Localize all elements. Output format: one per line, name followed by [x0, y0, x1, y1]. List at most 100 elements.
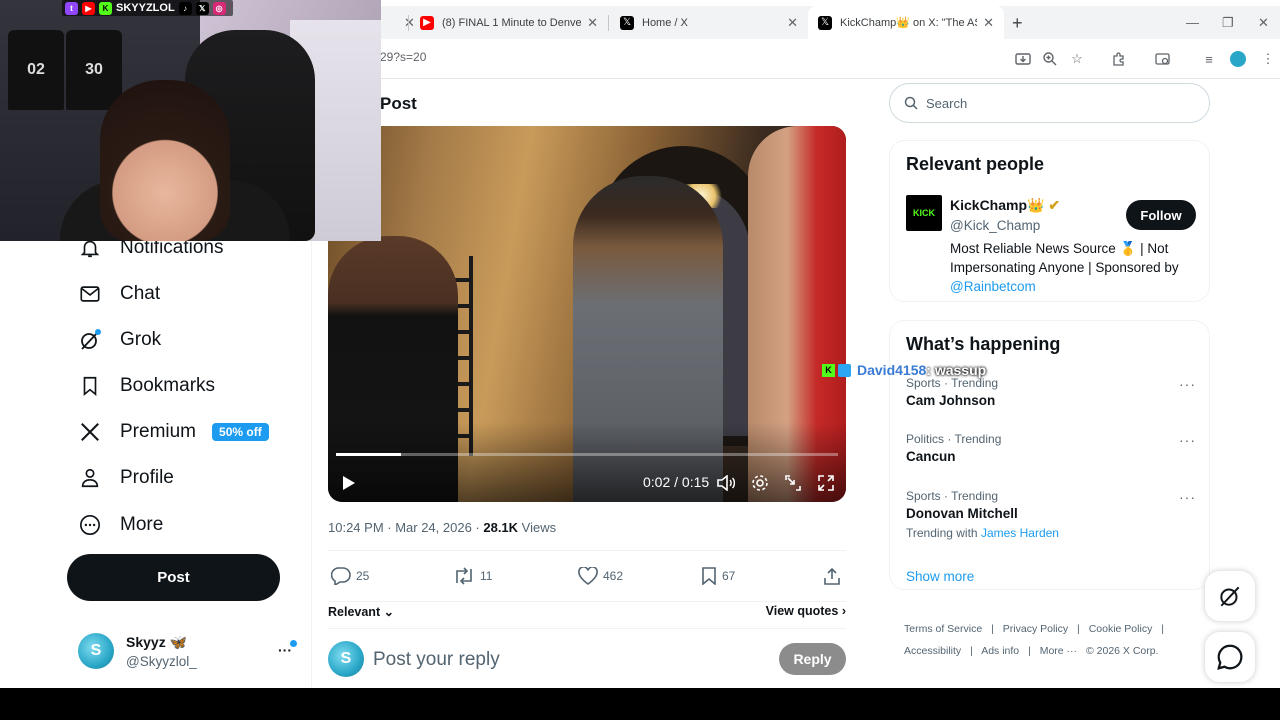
bookmark-action[interactable]: 67: [701, 567, 735, 585]
trend-item[interactable]: Sports · Trending Donovan Mitchell Trend…: [906, 489, 1196, 540]
video-progress-fill: [336, 453, 402, 456]
star-icon[interactable]: ☆: [1067, 49, 1087, 69]
footer-link[interactable]: Cookie Policy: [1089, 623, 1153, 635]
profile-name-text: KickChamp👑: [950, 197, 1045, 213]
grok-fab[interactable]: [1204, 570, 1256, 622]
profile-avatar-icon[interactable]: [1228, 49, 1248, 69]
chat-bubble-icon: [1217, 644, 1243, 670]
footer-separator: |: [1077, 623, 1080, 635]
messages-fab[interactable]: [1204, 631, 1256, 683]
trend-item[interactable]: Sports · Trending Cam Johnson ···: [906, 376, 1196, 408]
nav-chat[interactable]: Chat: [78, 279, 160, 309]
install-app-icon[interactable]: [1013, 49, 1033, 69]
nav-label: Profile: [120, 467, 174, 488]
nav-more[interactable]: More: [78, 510, 163, 540]
nav-profile[interactable]: Profile: [78, 463, 174, 493]
footer-link[interactable]: Accessibility: [904, 645, 961, 657]
kick-icon: K: [822, 363, 835, 377]
minimize-icon[interactable]: —: [1186, 15, 1199, 30]
instagram-icon: ◎: [212, 1, 226, 15]
show-more-link[interactable]: Show more: [906, 569, 974, 584]
repost-action[interactable]: 11: [453, 567, 492, 585]
picture-in-picture-icon[interactable]: [782, 472, 804, 494]
post-button[interactable]: Post: [67, 554, 280, 601]
tab-close-button[interactable]: ✕: [388, 6, 415, 39]
search-icon: [904, 96, 918, 110]
reply-icon: [331, 567, 351, 585]
bio-link[interactable]: @Rainbetcom: [950, 279, 1036, 294]
tab-close-icon[interactable]: ✕: [587, 15, 598, 31]
sort-dropdown[interactable]: Relevant ⌄: [328, 604, 394, 619]
close-window-icon[interactable]: ✕: [1258, 15, 1269, 31]
grok-icon: [78, 328, 102, 352]
video-player[interactable]: 0:02 / 0:15: [328, 126, 846, 502]
page-title: Post: [380, 94, 417, 113]
play-icon[interactable]: [338, 472, 360, 494]
footer-link[interactable]: Ads info: [981, 645, 1019, 657]
browser-menu-icon[interactable]: ⋮: [1258, 49, 1278, 69]
nav-label: Chat: [120, 283, 161, 304]
x-logo-icon: 𝕏: [620, 15, 634, 30]
nav-grok[interactable]: Grok: [78, 325, 161, 355]
video-progress-bar[interactable]: [336, 453, 838, 456]
nav-label: Bookmarks: [120, 375, 216, 396]
footer-links: Terms of Service | Privacy Policy | Cook…: [904, 618, 1224, 662]
zoom-icon[interactable]: [1040, 49, 1060, 69]
chat-message: : wassup: [926, 362, 987, 378]
tab-home-x[interactable]: 𝕏 Home / X ✕: [610, 6, 808, 39]
new-tab-button[interactable]: +: [1012, 13, 1023, 34]
streamer-handle: SKYYZLOL: [116, 2, 175, 14]
extensions-icon[interactable]: [1109, 49, 1129, 69]
reply-action[interactable]: 25: [331, 567, 369, 585]
tab-close-icon[interactable]: ✕: [983, 15, 994, 31]
account-handle: @Skyyzlol_: [126, 654, 197, 669]
tab-close-icon[interactable]: ✕: [787, 15, 798, 31]
reply-button[interactable]: Reply: [779, 643, 846, 675]
trend-context-link[interactable]: James Harden: [981, 526, 1059, 540]
account-name: Skyyz 🦋: [126, 634, 188, 650]
maximize-icon[interactable]: ❐: [1222, 15, 1234, 31]
tab-kickchamp[interactable]: 𝕏 KickChamp👑 on X: "The ASU ✕: [808, 6, 1004, 39]
right-sidebar: Search Relevant people KICK KickChamp👑 ✔…: [861, 80, 1280, 688]
footer-link[interactable]: More ···: [1040, 645, 1077, 657]
search-input[interactable]: Search: [889, 83, 1210, 123]
address-bar[interactable]: 29?s=20: [380, 50, 426, 64]
reply-input[interactable]: Post your reply: [373, 649, 500, 671]
trend-category: Politics · Trending: [906, 432, 1002, 446]
view-quotes-link[interactable]: View quotes ›: [766, 604, 846, 618]
trend-more-icon[interactable]: ···: [1179, 489, 1196, 505]
footer-link[interactable]: Terms of Service: [904, 623, 982, 635]
nav-bookmarks[interactable]: Bookmarks: [78, 371, 215, 401]
trend-more-icon[interactable]: ···: [1179, 432, 1196, 448]
media-control-icon[interactable]: ≡: [1199, 49, 1219, 69]
follow-button[interactable]: Follow: [1126, 200, 1196, 230]
tab-youtube[interactable]: ▶ (8) FINAL 1 Minute to Denver N ✕: [410, 6, 608, 39]
kickchamp-avatar[interactable]: KICK: [906, 195, 942, 231]
settings-gear-icon[interactable]: [749, 472, 771, 494]
like-count: 462: [603, 569, 624, 583]
footer-link[interactable]: Privacy Policy: [1003, 623, 1068, 635]
trend-category: Sports · Trending: [906, 489, 999, 503]
repost-icon: [456, 567, 472, 585]
chevron-down-icon: ⌄: [383, 605, 395, 619]
youtube-icon: ▶: [420, 15, 434, 30]
volume-icon[interactable]: [715, 472, 737, 494]
view-count: 28.1K: [483, 520, 519, 535]
profile-name[interactable]: KickChamp👑 ✔: [950, 197, 1060, 214]
tab-search-icon[interactable]: [1153, 49, 1173, 69]
tab-label: Home / X: [642, 16, 688, 29]
tab-label: KickChamp👑 on X: "The ASU: [840, 17, 978, 29]
youtube-icon: ▶: [82, 1, 95, 15]
bookmark-icon: [702, 567, 716, 585]
account-switcher[interactable]: S Skyyz 🦋 @Skyyzlol_ ···: [78, 632, 308, 672]
x-logo-icon: [78, 420, 102, 444]
fullscreen-icon[interactable]: [815, 472, 837, 494]
relevant-people-title: Relevant people: [906, 154, 1045, 174]
share-action[interactable]: [823, 567, 846, 585]
nav-label: More: [120, 514, 164, 535]
nav-premium[interactable]: Premium 50% off: [78, 417, 269, 447]
trend-more-icon[interactable]: ···: [1179, 376, 1196, 392]
mail-icon: [78, 282, 102, 306]
trend-item[interactable]: Politics · Trending Cancun ···: [906, 432, 1196, 464]
like-action[interactable]: 462: [578, 567, 623, 585]
